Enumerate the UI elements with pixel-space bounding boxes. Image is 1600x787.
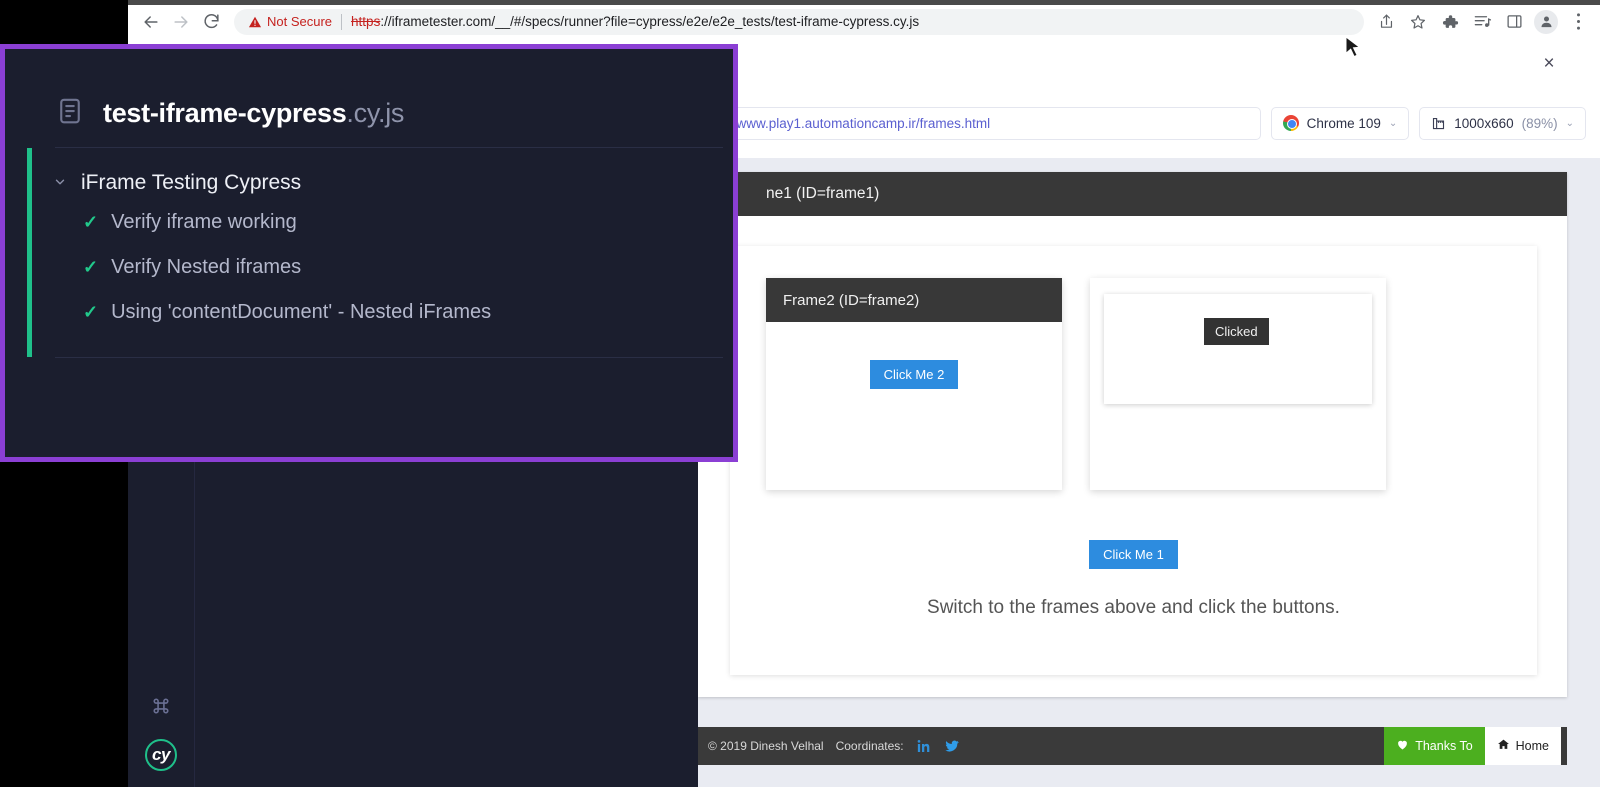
frame1: ne1 (ID=frame1) Frame2 (ID=frame2) Click…	[698, 172, 1567, 765]
spec-header: test-iframe-cypress.cy.js	[5, 49, 733, 147]
cypress-logo[interactable]: cy	[145, 739, 177, 771]
click-me-1-button[interactable]: Click Me 1	[1089, 540, 1178, 569]
hint-text: Switch to the frames above and click the…	[927, 597, 1340, 618]
test-name: Using 'contentDocument' - Nested iFrames	[111, 301, 492, 323]
ruler-icon	[1433, 117, 1445, 129]
spec-file-name: test-iframe-cypress	[103, 97, 347, 128]
spec-file-title: test-iframe-cypress.cy.js	[103, 98, 404, 129]
share-icon[interactable]	[1372, 8, 1400, 36]
footer-right: Thanks To Home	[1384, 727, 1561, 765]
spec-file-icon	[55, 96, 85, 131]
suite-status-bar	[27, 148, 32, 357]
close-icon[interactable]: ×	[1536, 50, 1562, 76]
extensions-puzzle-icon[interactable]	[1436, 8, 1464, 36]
url-rest: ://iframetester.com/__/#/specs/runner?fi…	[380, 14, 920, 29]
avatar	[1534, 9, 1558, 34]
aut-url-input[interactable]: ps://www.play1.automationcamp.ir/frames.…	[698, 106, 1261, 140]
viewport-scale-label: (89%)	[1521, 115, 1558, 131]
test-name: Verify Nested iframes	[111, 256, 302, 278]
aut-footer: © 2019 Dinesh Velhal Coordinates: Thanks…	[698, 727, 1567, 765]
side-panel-icon[interactable]	[1500, 8, 1528, 36]
thanks-to-label: Thanks To	[1415, 739, 1473, 753]
url-scheme: https	[351, 14, 381, 29]
test-row[interactable]: ✓ Using 'contentDocument' - Nested iFram…	[5, 290, 733, 335]
runner-header: ps://www.play1.automationcamp.ir/frames.…	[698, 88, 1600, 158]
more-menu-icon[interactable]	[1564, 8, 1592, 36]
twitter-icon[interactable]	[944, 738, 960, 754]
browser-selector[interactable]: Chrome 109 ⌄	[1270, 106, 1410, 140]
chevron-down-icon: ⌄	[1388, 117, 1398, 129]
omnibox-divider	[341, 13, 343, 30]
home-label: Home	[1515, 739, 1549, 753]
check-icon: ✓	[83, 212, 99, 232]
test-row[interactable]: ✓ Verify iframe working	[5, 200, 733, 245]
click-me-2-button[interactable]: Click Me 2	[869, 360, 959, 389]
warning-triangle-icon	[248, 16, 262, 27]
linkedin-icon[interactable]	[916, 738, 932, 754]
test-suite-name: iFrame Testing Cypress	[81, 171, 302, 194]
frame2-title: Frame2 (ID=frame2)	[766, 278, 1062, 322]
test-name: Verify iframe working	[111, 211, 297, 233]
spec-file-ext: .cy.js	[346, 97, 405, 128]
footer-left: © 2019 Dinesh Velhal Coordinates:	[708, 738, 960, 754]
heart-icon	[1396, 738, 1409, 754]
frame3: Clicked	[1090, 278, 1386, 490]
profile-avatar-icon[interactable]	[1532, 8, 1560, 36]
spec-list-panel: test-iframe-cypress.cy.js iFrame Testing…	[0, 44, 738, 462]
frame3-inner: Clicked	[1104, 294, 1372, 404]
reload-button[interactable]	[196, 7, 226, 37]
browser-toolbar: Not Secure https://iframetester.com/__/#…	[128, 5, 1600, 38]
chevron-down-icon[interactable]	[53, 175, 67, 192]
not-secure-indicator[interactable]: Not Secure	[248, 14, 332, 29]
footer-coordinates-label: Coordinates:	[835, 739, 904, 753]
viewport-size-label: 1000x660	[1454, 115, 1514, 131]
frame1-center-zone: Click Me 1 Switch to the frames above an…	[730, 490, 1537, 619]
forward-button[interactable]	[166, 7, 196, 37]
frame1-body: Frame2 (ID=frame2) Click Me 2 Clicked Cl…	[730, 246, 1537, 675]
test-suite-row[interactable]: iFrame Testing Cypress	[5, 166, 733, 200]
check-icon: ✓	[83, 257, 99, 277]
viewport-selector[interactable]: 1000x660 (89%) ⌄	[1419, 106, 1586, 140]
house-icon	[1497, 738, 1510, 754]
footer-copyright: © 2019 Dinesh Velhal	[708, 739, 824, 753]
test-row[interactable]: ✓ Verify Nested iframes	[5, 245, 733, 290]
nested-frames-row: Frame2 (ID=frame2) Click Me 2 Clicked	[730, 246, 1537, 490]
frame1-title: ne1 (ID=frame1)	[698, 172, 1567, 216]
command-keyboard-icon[interactable]	[151, 696, 171, 721]
browser-toolbar-icons	[1372, 8, 1592, 36]
not-secure-label: Not Secure	[267, 14, 333, 29]
check-icon: ✓	[83, 302, 99, 322]
home-button[interactable]: Home	[1484, 727, 1561, 765]
clicked-tooltip: Clicked	[1204, 318, 1269, 345]
chevron-down-icon: ⌄	[1565, 117, 1574, 129]
omnibox-url[interactable]: https://iframetester.com/__/#/specs/runn…	[351, 14, 919, 29]
screenshot-root: Not Secure https://iframetester.com/__/#…	[0, 0, 1600, 787]
thanks-to-button[interactable]: Thanks To	[1384, 727, 1485, 765]
back-button[interactable]	[136, 7, 166, 37]
omnibox[interactable]: Not Secure https://iframetester.com/__/#…	[234, 8, 1364, 35]
browser-selector-label: Chrome 109	[1306, 115, 1381, 131]
frame2-body: Click Me 2	[766, 322, 1062, 490]
frame2: Frame2 (ID=frame2) Click Me 2	[766, 278, 1062, 490]
bookmark-star-icon[interactable]	[1404, 8, 1432, 36]
spec-bottom-divider	[55, 357, 723, 358]
app-under-test-viewport: ne1 (ID=frame1) Frame2 (ID=frame2) Click…	[698, 158, 1600, 787]
media-list-icon[interactable]	[1468, 8, 1496, 36]
test-suite-block: iFrame Testing Cypress ✓ Verify iframe w…	[5, 148, 733, 357]
chrome-logo-icon	[1282, 115, 1299, 131]
